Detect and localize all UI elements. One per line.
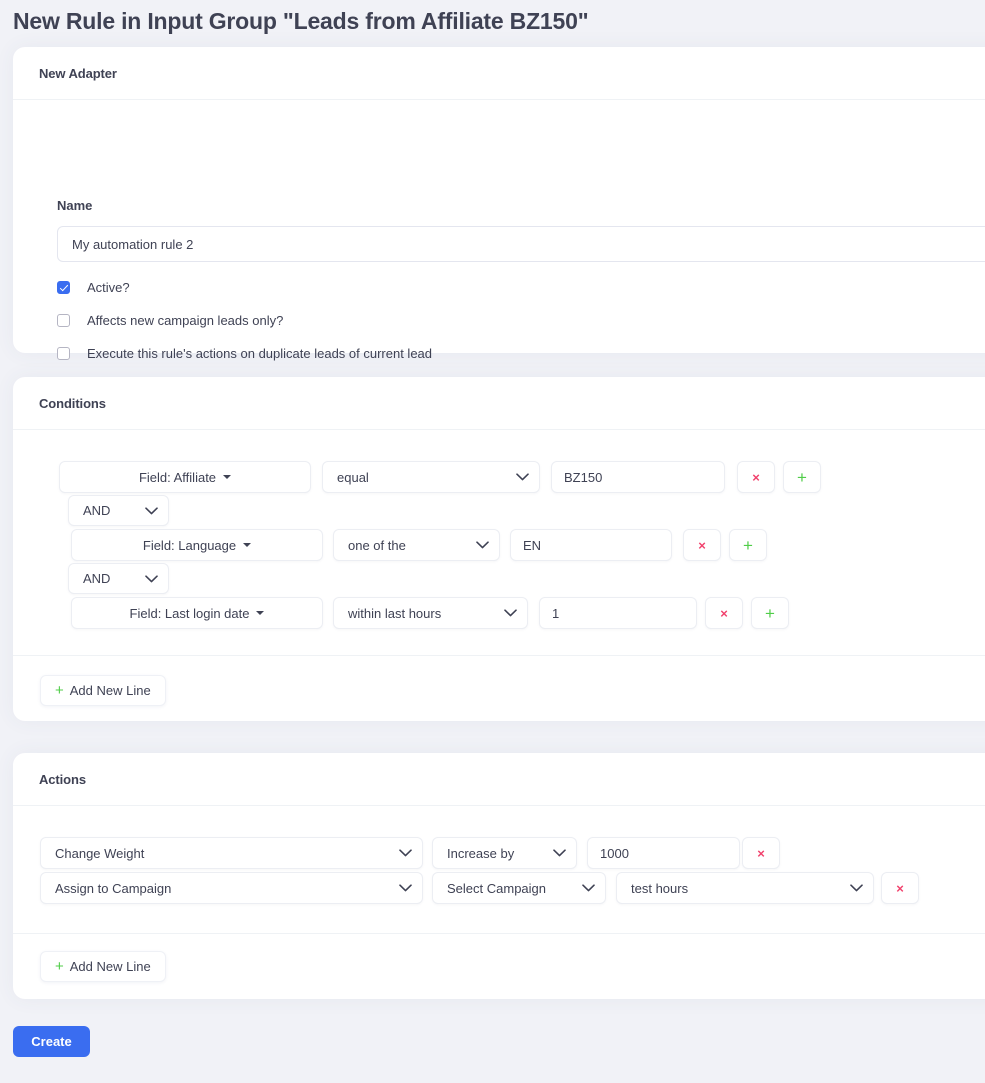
conditions-add-new-line-button[interactable]: + Add New Line	[40, 675, 166, 706]
condition-value-input-2[interactable]: EN	[510, 529, 672, 561]
condition-field-selector-3[interactable]: Field: Last login date	[71, 597, 323, 629]
condition-remove-button-2[interactable]: ×	[683, 529, 721, 561]
action-modifier-select-2[interactable]: Select Campaign	[432, 872, 606, 904]
affects-new-campaign-leads-label: Affects new campaign leads only?	[87, 312, 284, 328]
card-title-conditions: Conditions	[39, 395, 106, 411]
chevron-down-icon	[399, 849, 412, 857]
action-value-select-2[interactable]: test hours	[616, 872, 874, 904]
page-title: New Rule in Input Group "Leads from Affi…	[13, 8, 589, 34]
new-adapter-card: New Adapter Name Active? Affects new cam…	[13, 47, 985, 361]
card-title-actions: Actions	[39, 771, 86, 787]
plus-icon: +	[797, 467, 807, 487]
actions-card: Actions Change Weight Increase by 1000 ×…	[13, 753, 985, 999]
times-icon: ×	[757, 845, 765, 861]
conditions-add-new-line-label: Add New Line	[69, 683, 151, 698]
action-type-label-1: Change Weight	[55, 845, 145, 861]
action-type-select-1[interactable]: Change Weight	[40, 837, 423, 869]
condition-remove-button-1[interactable]: ×	[737, 461, 775, 493]
card-header-conditions: Conditions	[13, 377, 985, 430]
affects-new-campaign-leads-checkbox-row[interactable]: Affects new campaign leads only?	[57, 311, 283, 329]
chevron-down-icon	[582, 884, 595, 892]
execute-on-duplicate-leads-checkbox-row[interactable]: Execute this rule's actions on duplicate…	[57, 344, 432, 362]
times-icon: ×	[698, 537, 706, 553]
caret-down-icon	[243, 543, 252, 547]
condition-logic-select-2[interactable]: AND	[68, 563, 169, 594]
action-remove-button-2[interactable]: ×	[881, 872, 919, 904]
create-button[interactable]: Create	[13, 1026, 90, 1057]
condition-operator-label-2: one of the	[348, 537, 406, 553]
condition-logic-label-2: AND	[83, 571, 111, 586]
condition-logic-label-1: AND	[83, 503, 111, 518]
chevron-down-icon	[516, 473, 529, 481]
condition-value-text-1: BZ150	[564, 469, 603, 485]
condition-value-text-3: 1	[552, 605, 560, 621]
condition-operator-label-3: within last hours	[348, 605, 442, 621]
condition-field-selector-2[interactable]: Field: Language	[71, 529, 323, 561]
chevron-down-icon	[504, 609, 517, 617]
actions-divider	[13, 933, 985, 934]
action-modifier-label-1: Increase by	[447, 845, 515, 861]
condition-field-label-3: Field: Last login date	[129, 605, 250, 621]
execute-on-duplicate-leads-checkbox[interactable]	[57, 346, 70, 360]
plus-icon: +	[55, 958, 64, 975]
condition-logic-select-1[interactable]: AND	[68, 495, 169, 526]
condition-field-label-2: Field: Language	[142, 537, 237, 553]
action-type-select-2[interactable]: Assign to Campaign	[40, 872, 423, 904]
caret-down-icon	[256, 611, 265, 615]
condition-value-input-1[interactable]: BZ150	[551, 461, 725, 493]
action-value-input-1[interactable]: 1000	[587, 837, 740, 869]
plus-icon: +	[743, 535, 753, 555]
condition-operator-select-3[interactable]: within last hours	[333, 597, 528, 629]
condition-operator-select-2[interactable]: one of the	[333, 529, 500, 561]
name-label: Name	[57, 198, 93, 213]
conditions-divider	[13, 655, 985, 656]
affects-new-campaign-leads-checkbox[interactable]	[57, 313, 70, 327]
condition-add-button-2[interactable]: +	[729, 529, 767, 561]
chevron-down-icon	[476, 541, 489, 549]
condition-operator-select-1[interactable]: equal	[322, 461, 540, 493]
chevron-down-icon	[850, 884, 863, 892]
chevron-down-icon	[553, 849, 566, 857]
action-remove-button-1[interactable]: ×	[742, 837, 780, 869]
times-icon: ×	[720, 605, 728, 621]
condition-add-button-3[interactable]: +	[751, 597, 789, 629]
action-type-label-2: Assign to Campaign	[55, 880, 172, 896]
condition-field-selector-1[interactable]: Field: Affiliate	[59, 461, 311, 493]
plus-icon: +	[765, 603, 775, 623]
times-icon: ×	[752, 469, 760, 485]
conditions-card: Conditions Field: Affiliate equal BZ150 …	[13, 377, 985, 721]
card-header-new-adapter: New Adapter	[13, 47, 985, 100]
action-value-text-1: 1000	[600, 845, 629, 861]
caret-down-icon	[223, 475, 232, 479]
chevron-down-icon	[145, 574, 158, 583]
action-modifier-label-2: Select Campaign	[447, 880, 546, 896]
name-input[interactable]	[57, 226, 985, 262]
action-value-label-2: test hours	[631, 880, 689, 896]
active-checkbox-row[interactable]: Active?	[57, 278, 130, 296]
page-root: New Rule in Input Group "Leads from Affi…	[0, 0, 985, 1083]
card-title-new-adapter: New Adapter	[39, 65, 117, 81]
actions-add-new-line-label: Add New Line	[69, 959, 151, 974]
condition-remove-button-3[interactable]: ×	[705, 597, 743, 629]
chevron-down-icon	[399, 884, 412, 892]
actions-add-new-line-button[interactable]: + Add New Line	[40, 951, 166, 982]
chevron-down-icon	[145, 506, 158, 515]
times-icon: ×	[896, 880, 904, 896]
condition-field-label-1: Field: Affiliate	[138, 469, 217, 485]
execute-on-duplicate-leads-label: Execute this rule's actions on duplicate…	[87, 345, 433, 361]
condition-add-button-1[interactable]: +	[783, 461, 821, 493]
plus-icon: +	[55, 682, 64, 699]
condition-value-text-2: EN	[523, 537, 542, 553]
condition-value-input-3[interactable]: 1	[539, 597, 697, 629]
active-checkbox-label: Active?	[87, 279, 130, 295]
card-header-actions: Actions	[13, 753, 985, 806]
action-modifier-select-1[interactable]: Increase by	[432, 837, 577, 869]
condition-operator-label-1: equal	[337, 469, 369, 485]
active-checkbox[interactable]	[57, 280, 70, 294]
